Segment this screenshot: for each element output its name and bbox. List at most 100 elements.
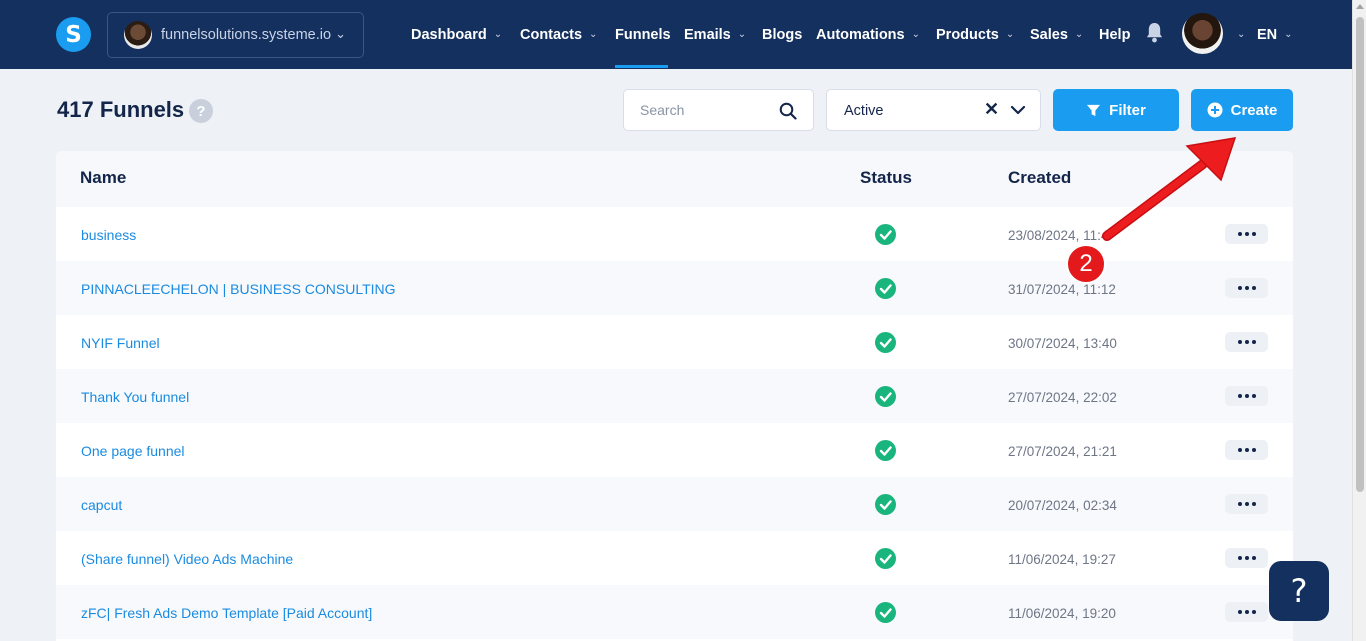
nav-emails-label: Emails [684,26,731,43]
status-active-icon [875,278,896,299]
chevron-down-icon: ⌄ [493,29,503,40]
help-chat-button[interactable]: ? [1269,561,1329,621]
created-date: 27/07/2024, 21:21 [1008,444,1117,459]
row-actions-button[interactable] [1225,278,1268,298]
clear-icon[interactable]: ✕ [984,99,999,120]
table-row: Thank You funnel 27/07/2024, 22:02 [56,369,1293,423]
account-switcher[interactable]: funnelsolutions.systeme.io ⌄ [107,12,364,58]
nav-dashboard[interactable]: Dashboard ⌄ [411,0,502,69]
chevron-down-icon: ⌄ [1237,29,1246,40]
scroll-up-arrow[interactable] [1356,4,1364,9]
column-header-name: Name [80,168,127,187]
funnel-name-link[interactable]: (Share funnel) Video Ads Machine [81,551,293,567]
table-row: zFC| Fresh Ads Demo Template [Paid Accou… [56,585,1293,639]
nav-blogs[interactable]: Blogs [762,0,802,69]
row-actions-button[interactable] [1225,494,1268,514]
nav-products[interactable]: Products ⌄ [936,0,1014,69]
created-date: 20/07/2024, 02:34 [1008,498,1117,513]
status-active-icon [875,548,896,569]
page-scrollbar[interactable] [1352,0,1366,641]
filter-button[interactable]: Filter [1053,89,1179,131]
status-filter-select[interactable]: Active ✕ [826,89,1041,131]
search-input[interactable] [640,102,780,118]
row-actions-button[interactable] [1225,548,1268,568]
user-menu-toggle[interactable]: ⌄ [1230,0,1245,69]
nav-blogs-label: Blogs [762,26,803,43]
status-active-icon [875,440,896,461]
column-header-status: Status [860,168,912,187]
status-active-icon [875,602,896,623]
top-nav-bar: S funnelsolutions.systeme.io ⌄ Dashboard… [0,0,1352,69]
scrollbar-thumb[interactable] [1356,17,1364,492]
status-active-icon [875,386,896,407]
table-row: One page funnel 27/07/2024, 21:21 [56,423,1293,477]
created-date: 11/06/2024, 19:20 [1008,606,1116,621]
column-header-created: Created [1008,168,1072,187]
nav-contacts-label: Contacts [520,26,583,43]
funnel-name-link[interactable]: Thank You funnel [81,389,189,405]
nav-automations[interactable]: Automations ⌄ [816,0,920,69]
created-date: 31/07/2024, 11:12 [1008,282,1116,297]
nav-help-label: Help [1099,26,1131,43]
create-button-label: Create [1230,101,1278,119]
nav-funnels-label: Funnels [615,26,671,43]
table-row: (Share funnel) Video Ads Machine 11/06/2… [56,531,1293,585]
help-question-icon[interactable]: ? [189,99,213,123]
annotation-arrow-icon [1102,137,1237,241]
funnel-name-link[interactable]: NYIF Funnel [81,335,160,351]
chevron-down-icon: ⌄ [335,26,346,41]
account-name: funnelsolutions.systeme.io [161,27,332,43]
row-actions-button[interactable] [1225,332,1268,352]
chevron-down-icon: ⌄ [589,29,598,40]
bell-icon[interactable] [1145,22,1164,43]
table-row: capcut 20/07/2024, 02:34 [56,477,1293,531]
funnel-name-link[interactable]: zFC| Fresh Ads Demo Template [Paid Accou… [81,605,372,621]
create-button[interactable]: Create [1191,89,1293,131]
nav-funnels[interactable]: Funnels [615,0,671,69]
status-filter-value: Active [844,103,884,119]
status-active-icon [875,224,896,245]
chevron-down-icon: ⌄ [1284,29,1293,40]
nav-sales-label: Sales [1030,26,1068,43]
created-date: 27/07/2024, 22:02 [1008,390,1117,405]
nav-sales[interactable]: Sales ⌄ [1030,0,1083,69]
nav-help[interactable]: Help [1099,0,1130,69]
nav-contacts[interactable]: Contacts ⌄ [520,0,597,69]
chevron-down-icon: ⌄ [737,29,747,40]
chevron-down-icon: ⌄ [911,29,920,40]
search-box[interactable] [623,89,814,131]
page-title: 417 Funnels [57,97,185,122]
table-row: NYIF Funnel 30/07/2024, 13:40 [56,315,1293,369]
nav-active-indicator [615,65,668,68]
step-number-badge: 2 [1066,244,1106,284]
status-active-icon [875,494,896,515]
nav-dashboard-label: Dashboard [411,26,487,43]
nav-automations-label: Automations [816,26,905,43]
created-date: 11/06/2024, 19:27 [1008,552,1116,567]
nav-products-label: Products [936,26,999,43]
row-actions-button[interactable] [1225,602,1268,622]
account-avatar [124,21,152,49]
language-label: EN [1257,26,1278,43]
table-row: PINNACLEECHELON | BUSINESS CONSULTING 31… [56,261,1293,315]
language-selector[interactable]: EN ⌄ [1257,0,1293,69]
status-active-icon [875,332,896,353]
filter-button-label: Filter [1109,101,1146,119]
nav-emails[interactable]: Emails ⌄ [684,0,746,69]
chevron-down-icon: ⌄ [1074,29,1084,40]
chevron-down-icon: ⌄ [1005,29,1015,40]
funnel-name-link[interactable]: business [81,227,136,243]
funnel-name-link[interactable]: capcut [81,497,122,513]
chevron-down-icon[interactable] [1010,102,1026,118]
user-avatar[interactable] [1182,13,1223,54]
funnel-name-link[interactable]: One page funnel [81,443,185,459]
row-actions-button[interactable] [1225,440,1268,460]
plus-circle-icon [1207,102,1223,118]
created-date: 30/07/2024, 13:40 [1008,336,1117,351]
search-icon[interactable] [779,102,797,120]
funnel-name-link[interactable]: PINNACLEECHELON | BUSINESS CONSULTING [81,281,396,297]
created-date: 23/08/2024, 11:4 [1008,228,1109,243]
systeme-logo-icon[interactable]: S [56,17,91,52]
funnel-filter-icon [1087,104,1101,116]
row-actions-button[interactable] [1225,386,1268,406]
